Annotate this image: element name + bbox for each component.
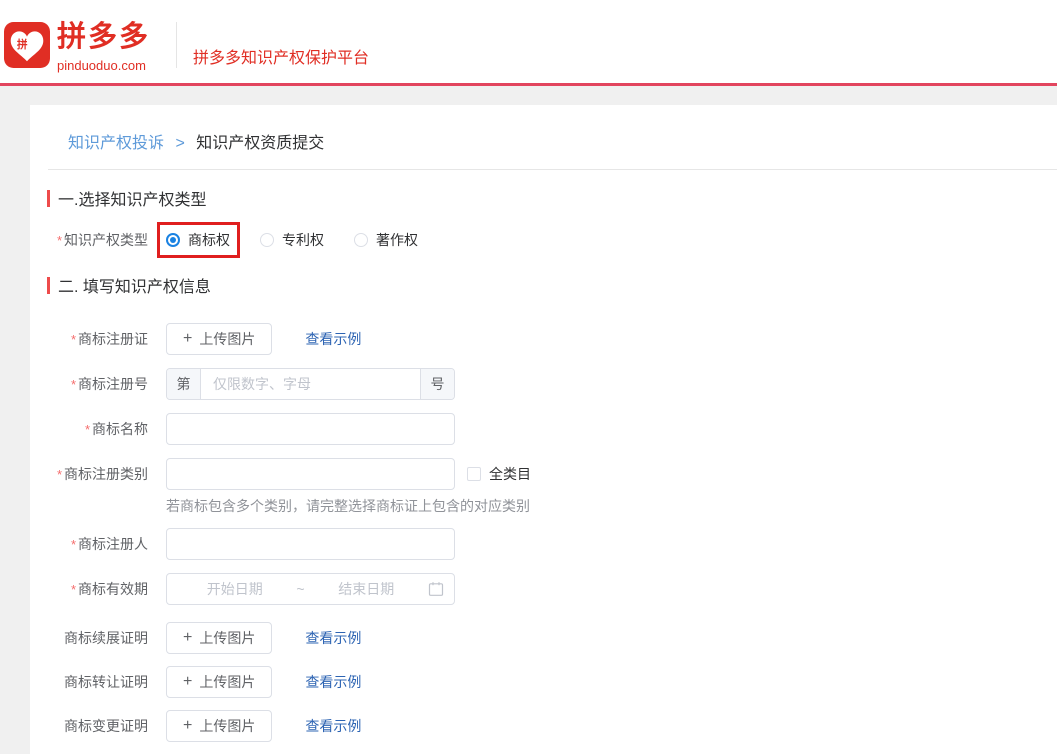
regno-suffix: 号 xyxy=(420,369,454,399)
validity-daterange-picker[interactable]: 开始日期 ~ 结束日期 xyxy=(166,573,455,605)
radio-unselected-icon xyxy=(354,233,368,247)
field-label-trademark-registrant: *商标注册人 xyxy=(30,528,148,561)
breadcrumb: 知识产权投诉 > 知识产权资质提交 xyxy=(48,105,1057,170)
required-mark: * xyxy=(57,467,62,482)
start-date-placeholder: 开始日期 xyxy=(177,579,292,599)
calendar-icon xyxy=(428,581,444,597)
brand-name: 拼多多 xyxy=(57,22,150,52)
checkbox-icon xyxy=(467,467,481,481)
section-title-text: 一.选择知识产权类型 xyxy=(58,186,206,210)
brand-domain: pinduoduo.com xyxy=(57,58,150,73)
radio-trademark[interactable]: 商标权 xyxy=(166,230,230,250)
view-example-link-trademark-cert[interactable]: 查看示例 xyxy=(305,329,361,349)
breadcrumb-separator: > xyxy=(175,135,184,152)
form-row-trademark-category: *商标注册类别 全类目 若商标包含多个类别，请完整选择商标证上包含的对应类别 xyxy=(30,458,1057,516)
required-mark: * xyxy=(57,233,62,248)
form-row-change-cert: 商标变更证明 + 上传图片 查看示例 xyxy=(30,710,1057,742)
section-title-text: 二. 填写知识产权信息 xyxy=(58,273,211,297)
upload-renewal-cert-button[interactable]: + 上传图片 xyxy=(166,622,272,654)
daterange-separator: ~ xyxy=(292,581,308,597)
app-header: 拼 拼多多 pinduoduo.com 拼多多知识产权保护平台 xyxy=(0,0,1057,83)
upload-transfer-cert-button[interactable]: + 上传图片 xyxy=(166,666,272,698)
field-label-ip-type: *知识产权类型 xyxy=(30,224,148,257)
required-mark: * xyxy=(71,537,76,552)
upload-change-cert-button[interactable]: + 上传图片 xyxy=(166,710,272,742)
radio-unselected-icon xyxy=(260,233,274,247)
content-card: 知识产权投诉 > 知识产权资质提交 一.选择知识产权类型 *知识产权类型 商标权… xyxy=(30,105,1057,754)
field-label-change-cert: 商标变更证明 xyxy=(30,710,148,742)
section-title-select-type: 一.选择知识产权类型 xyxy=(47,186,1057,210)
form-row-transfer-cert: 商标转让证明 + 上传图片 查看示例 xyxy=(30,666,1057,698)
header-accent-line xyxy=(0,83,1057,86)
trademark-regno-input[interactable] xyxy=(201,369,420,399)
view-example-link-change-cert[interactable]: 查看示例 xyxy=(305,716,361,736)
section-bar-icon xyxy=(47,190,50,207)
breadcrumb-current: 知识产权资质提交 xyxy=(196,135,324,152)
ip-type-radio-group: 商标权 专利权 著作权 xyxy=(166,224,448,256)
radio-patent[interactable]: 专利权 xyxy=(260,230,324,250)
category-hint: 若商标包含多个类别，请完整选择商标证上包含的对应类别 xyxy=(166,496,531,516)
field-label-trademark-cert: *商标注册证 xyxy=(30,323,148,356)
view-example-link-renewal-cert[interactable]: 查看示例 xyxy=(305,628,361,648)
header-divider xyxy=(176,22,177,68)
required-mark: * xyxy=(71,582,76,597)
form-row-trademark-name: *商标名称 xyxy=(30,413,1057,446)
pinduoduo-logo[interactable]: 拼 拼多多 pinduoduo.com xyxy=(4,10,150,73)
plus-icon: + xyxy=(183,717,192,735)
breadcrumb-link-ip-complaint[interactable]: 知识产权投诉 xyxy=(68,135,164,152)
radio-selected-icon xyxy=(166,233,180,247)
pinduoduo-logo-icon: 拼 xyxy=(4,22,50,68)
required-mark: * xyxy=(71,377,76,392)
trademark-name-input[interactable] xyxy=(166,413,455,445)
trademark-registrant-input[interactable] xyxy=(166,528,455,560)
upload-trademark-cert-button[interactable]: + 上传图片 xyxy=(166,323,272,355)
form-rows: *商标注册证 + 上传图片 查看示例 *商标注册号 第 号 xyxy=(30,323,1057,754)
form-row-trademark-validity: *商标有效期 开始日期 ~ 结束日期 xyxy=(30,573,1057,606)
required-mark: * xyxy=(85,422,90,437)
svg-text:拼: 拼 xyxy=(17,38,28,51)
field-label-trademark-regno: *商标注册号 xyxy=(30,368,148,401)
trademark-regno-group: 第 号 xyxy=(166,368,455,400)
trademark-category-input[interactable] xyxy=(166,458,455,490)
form-row-trademark-registrant: *商标注册人 xyxy=(30,528,1057,561)
platform-title: 拼多多知识产权保护平台 xyxy=(193,44,369,68)
plus-icon: + xyxy=(183,330,192,348)
field-label-renewal-cert: 商标续展证明 xyxy=(30,622,148,654)
field-label-trademark-category: *商标注册类别 xyxy=(30,458,148,491)
all-categories-checkbox[interactable]: 全类目 xyxy=(467,458,531,490)
plus-icon: + xyxy=(183,673,192,691)
field-label-transfer-cert: 商标转让证明 xyxy=(30,666,148,698)
section-title-fill-info: 二. 填写知识产权信息 xyxy=(47,273,1057,297)
view-example-link-transfer-cert[interactable]: 查看示例 xyxy=(305,672,361,692)
plus-icon: + xyxy=(183,629,192,647)
section-bar-icon xyxy=(47,277,50,294)
form-row-trademark-cert: *商标注册证 + 上传图片 查看示例 xyxy=(30,323,1057,356)
form-row-renewal-cert: 商标续展证明 + 上传图片 查看示例 xyxy=(30,622,1057,654)
radio-copyright[interactable]: 著作权 xyxy=(354,230,418,250)
required-mark: * xyxy=(71,332,76,347)
field-label-trademark-validity: *商标有效期 xyxy=(30,573,148,606)
form-row-trademark-regno: *商标注册号 第 号 xyxy=(30,368,1057,401)
form-row-ip-type: *知识产权类型 商标权 专利权 著作权 xyxy=(30,224,1057,257)
regno-prefix: 第 xyxy=(167,369,201,399)
end-date-placeholder: 结束日期 xyxy=(309,579,424,599)
field-label-trademark-name: *商标名称 xyxy=(30,413,148,446)
